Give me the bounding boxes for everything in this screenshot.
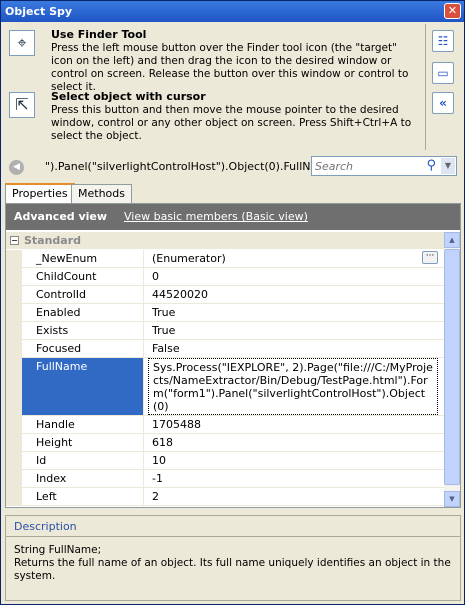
property-value: 0 <box>152 270 159 283</box>
row-gutter <box>6 470 22 487</box>
description-title: Description <box>14 520 77 533</box>
property-row[interactable]: Left 2 <box>6 488 444 506</box>
property-name: Enabled <box>22 304 144 321</box>
chevron-down-icon[interactable]: ▼ <box>441 158 455 174</box>
object-path-bar: ◀ ").Panel("silverlightControlHost").Obj… <box>5 155 460 179</box>
property-name: FullName <box>22 358 144 415</box>
property-value: False <box>152 342 180 355</box>
property-grid: − Standard _NewEnum (Enumerator) ··· Chi… <box>6 232 444 507</box>
row-gutter <box>6 358 22 415</box>
select-with-cursor-icon[interactable]: ⇱ <box>9 92 35 118</box>
finder-tool-title: Use Finder Tool <box>51 28 147 41</box>
tree-view-icon[interactable]: ☷ <box>432 30 454 52</box>
property-name: Index <box>22 470 144 487</box>
collapse-icon[interactable]: « <box>432 92 454 114</box>
property-name: Left <box>22 488 144 505</box>
property-row-selected[interactable]: FullName Sys.Process("IEXPLORE", 2).Page… <box>6 358 444 416</box>
property-name: Focused <box>22 340 144 357</box>
group-label: Standard <box>24 234 82 247</box>
property-value: 44520020 <box>152 288 208 301</box>
ellipsis-button[interactable]: ··· <box>422 251 438 264</box>
row-gutter <box>6 340 22 357</box>
search-box: ⚲ ▼ <box>311 156 457 176</box>
property-row[interactable]: _NewEnum (Enumerator) ··· <box>6 250 444 268</box>
property-value: True <box>152 306 176 319</box>
collapse-group-icon[interactable]: − <box>10 236 19 245</box>
row-gutter <box>6 452 22 469</box>
finder-panel: ⌖ Use Finder Tool Press the left mouse b… <box>5 24 423 150</box>
window-title: Object Spy <box>5 5 73 18</box>
row-gutter <box>6 416 22 433</box>
scroll-thumb[interactable] <box>444 249 460 485</box>
cursor-select-title: Select object with cursor <box>51 90 206 103</box>
description-signature: String FullName; <box>14 544 102 556</box>
property-name: Exists <box>22 322 144 339</box>
finder-target-icon[interactable]: ⌖ <box>9 30 35 56</box>
property-value: 1705488 <box>152 418 201 431</box>
property-value: 10 <box>152 454 166 467</box>
search-input[interactable] <box>312 157 412 175</box>
property-value: 2 <box>152 490 159 503</box>
property-row[interactable]: Id 10 <box>6 452 444 470</box>
view-bar: Advanced view View basic members (Basic … <box>6 204 460 230</box>
description-text: Returns the full name of an object. Its … <box>14 557 451 582</box>
properties-panel: Advanced view View basic members (Basic … <box>5 203 461 508</box>
scroll-up-icon[interactable]: ▲ <box>444 232 460 248</box>
property-row[interactable]: Handle 1705488 <box>6 416 444 434</box>
property-name: Id <box>22 452 144 469</box>
property-name: ChildCount <box>22 268 144 285</box>
row-gutter <box>6 250 22 267</box>
scroll-down-icon[interactable]: ▼ <box>444 491 460 507</box>
description-body: String FullName; Returns the full name o… <box>14 544 454 583</box>
property-row[interactable]: Index -1 <box>6 470 444 488</box>
tab-properties[interactable]: Properties <box>5 183 75 204</box>
divider <box>6 536 460 537</box>
row-gutter <box>6 488 22 505</box>
group-header-standard[interactable]: − Standard <box>6 232 444 249</box>
title-bar[interactable]: Object Spy ✕ <box>1 1 464 22</box>
side-toolbar: ☷ ▭ « <box>425 24 463 150</box>
property-value: 618 <box>152 436 173 449</box>
finder-tool-description: Press the left mouse button over the Fin… <box>51 42 409 93</box>
property-name: Handle <box>22 416 144 433</box>
property-value[interactable]: Sys.Process("IEXPLORE", 2).Page("file://… <box>148 358 438 415</box>
row-gutter <box>6 286 22 303</box>
back-arrow-icon[interactable]: ◀ <box>9 160 24 175</box>
view-title: Advanced view <box>14 210 108 223</box>
object-spy-window: Object Spy ✕ ⌖ Use Finder Tool Press the… <box>0 0 465 605</box>
row-gutter <box>6 434 22 451</box>
property-row[interactable]: Height 618 <box>6 434 444 452</box>
window-icon[interactable]: ▭ <box>432 62 454 84</box>
cursor-select-description: Press this button and then move the mous… <box>51 104 412 142</box>
property-row[interactable]: ControlId 44520020 <box>6 286 444 304</box>
search-icon[interactable]: ⚲ <box>426 158 436 173</box>
row-gutter <box>6 304 22 321</box>
row-gutter <box>6 322 22 339</box>
property-value: (Enumerator) <box>152 252 226 265</box>
close-button[interactable]: ✕ <box>444 3 461 19</box>
object-path: ").Panel("silverlightControlHost").Objec… <box>45 160 335 173</box>
basic-view-link[interactable]: View basic members (Basic view) <box>124 210 308 223</box>
property-name: _NewEnum <box>22 250 144 267</box>
property-value: True <box>152 324 176 337</box>
property-value: -1 <box>152 472 163 485</box>
row-gutter <box>6 268 22 285</box>
property-row[interactable]: Enabled True <box>6 304 444 322</box>
tab-strip: Properties Methods <box>5 183 461 204</box>
property-name: ControlId <box>22 286 144 303</box>
property-name: Height <box>22 434 144 451</box>
tab-methods[interactable]: Methods <box>71 184 132 203</box>
description-panel: Description String FullName; Returns the… <box>5 515 461 601</box>
vertical-scrollbar[interactable]: ▲ ▼ <box>444 232 460 507</box>
property-row[interactable]: Exists True <box>6 322 444 340</box>
finder-tool-section: ⌖ Use Finder Tool Press the left mouse b… <box>5 26 423 93</box>
cursor-select-section: ⇱ Select object with cursor Press this b… <box>5 88 423 150</box>
property-row[interactable]: ChildCount 0 <box>6 268 444 286</box>
property-row[interactable]: Focused False <box>6 340 444 358</box>
